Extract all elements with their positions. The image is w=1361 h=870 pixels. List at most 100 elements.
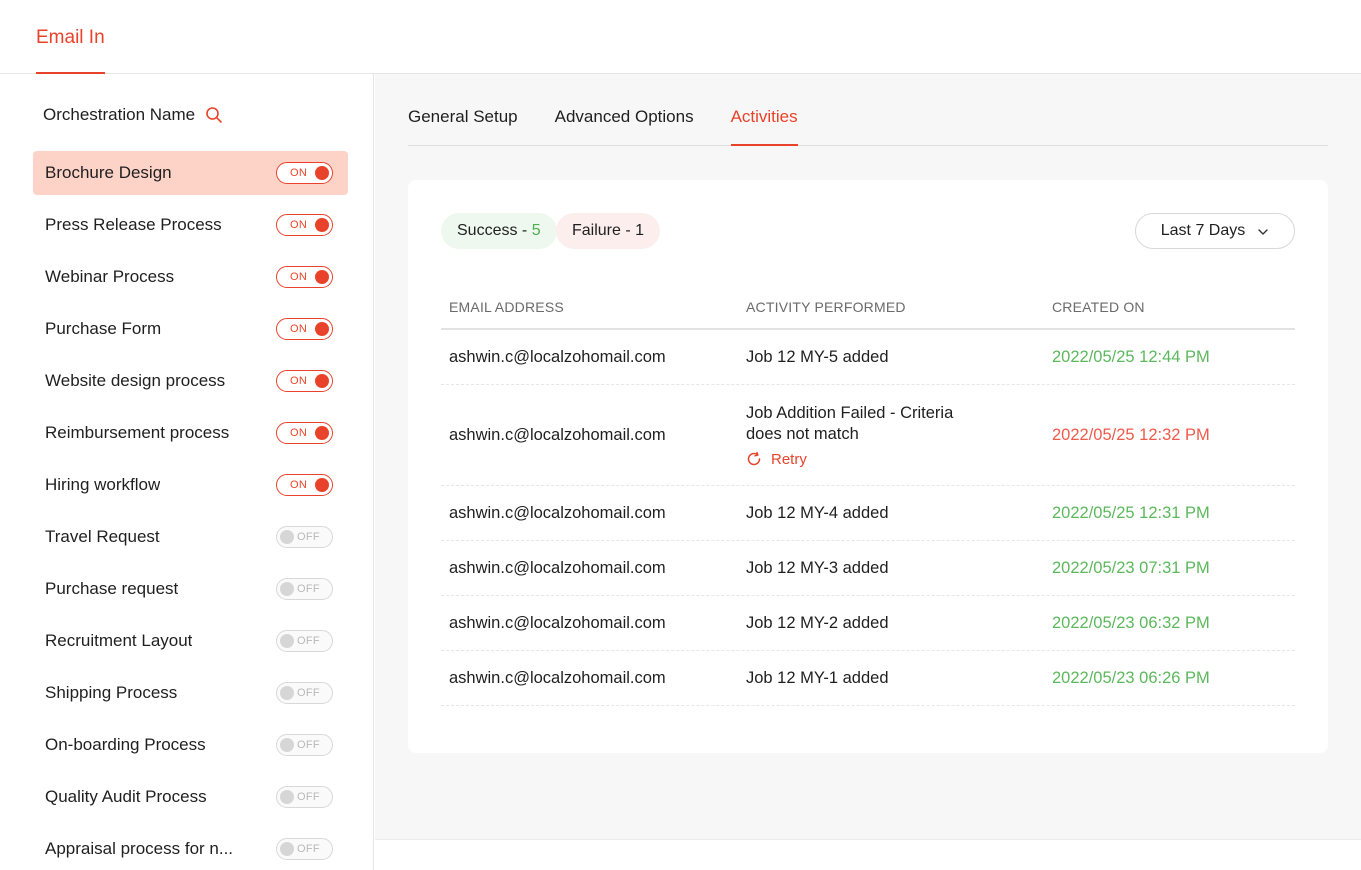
sidebar-item[interactable]: Purchase Form ON — [33, 307, 348, 351]
activities-card: Success - 5 Failure - 1 Last 7 Days EMAI… — [408, 180, 1328, 753]
status-toggle[interactable]: ON — [276, 214, 333, 236]
tab-activities[interactable]: Activities — [730, 104, 798, 146]
status-toggle[interactable]: OFF — [276, 838, 333, 860]
sidebar-item-label: Appraisal process for n... — [45, 839, 234, 858]
cell-created-on: 2022/05/25 12:44 PM — [1052, 347, 1210, 366]
toggle-knob — [315, 478, 329, 492]
cell-activity: Job 12 MY-1 added — [738, 669, 1044, 688]
toggle-label: ON — [290, 479, 308, 491]
cell-email: ashwin.c@localzohomail.com — [449, 558, 666, 577]
toggle-knob — [280, 634, 294, 648]
sidebar-item-label: Hiring workflow — [45, 475, 161, 494]
cell-email: ashwin.c@localzohomail.com — [449, 503, 666, 522]
status-toggle[interactable]: ON — [276, 422, 333, 444]
toggle-knob — [280, 582, 294, 596]
sidebar-header-label: Orchestration Name — [43, 105, 196, 124]
sidebar-item[interactable]: Press Release Process ON — [33, 203, 348, 247]
cell-created-on: 2022/05/23 07:31 PM — [1052, 558, 1210, 577]
toggle-label: OFF — [297, 531, 320, 543]
table-row: ashwin.c@localzohomail.com Job 12 MY-1 ad… — [441, 651, 1295, 706]
cell-created-on: 2022/05/25 12:32 PM — [1052, 425, 1210, 444]
status-toggle[interactable]: OFF — [276, 734, 333, 756]
toggle-label: ON — [290, 167, 308, 179]
toggle-label: ON — [290, 271, 308, 283]
status-toggle[interactable]: OFF — [276, 630, 333, 652]
table-row: ashwin.c@localzohomail.com Job 12 MY-4 ad… — [441, 486, 1295, 541]
cell-activity: Job Addition Failed - Criteria does not … — [738, 403, 1044, 468]
tab-advanced-options[interactable]: Advanced Options — [555, 104, 694, 146]
sidebar-item-label: Purchase request — [45, 579, 179, 598]
toggle-label: OFF — [297, 739, 320, 751]
sidebar-item[interactable]: On-boarding Process OFF — [33, 723, 348, 767]
sidebar-item[interactable]: Recruitment Layout OFF — [33, 619, 348, 663]
status-toggle[interactable]: ON — [276, 162, 333, 184]
sidebar-item[interactable]: Website design process ON — [33, 359, 348, 403]
sidebar-item-label: Brochure Design — [45, 163, 172, 182]
sidebar-item-label: Purchase Form — [45, 319, 162, 338]
success-count-badge[interactable]: Success - 5 — [441, 213, 557, 249]
sidebar-item-label: Website design process — [45, 371, 226, 390]
date-filter-value: Last 7 Days — [1160, 222, 1246, 239]
sidebar-item[interactable]: Quality Audit Process OFF — [33, 775, 348, 819]
header-email-address[interactable]: EMAIL ADDRESS — [441, 299, 738, 315]
sidebar-item[interactable]: Purchase request OFF — [33, 567, 348, 611]
retry-button[interactable]: Retry — [746, 451, 1044, 468]
status-toggle[interactable]: OFF — [276, 578, 333, 600]
cell-email: ashwin.c@localzohomail.com — [449, 347, 666, 366]
sidebar-item-label: Quality Audit Process — [45, 787, 207, 806]
tab-email-in[interactable]: Email In — [36, 24, 105, 74]
table-row: ashwin.c@localzohomail.com Job 12 MY-2 ad… — [441, 596, 1295, 651]
cell-email: ashwin.c@localzohomail.com — [449, 668, 666, 687]
table-body: ashwin.c@localzohomail.com Job 12 MY-5 ad… — [441, 330, 1295, 706]
toggle-label: OFF — [297, 635, 320, 647]
status-toggle[interactable]: ON — [276, 474, 333, 496]
toggle-knob — [280, 530, 294, 544]
search-icon[interactable] — [205, 106, 223, 124]
activity-text: Job 12 MY-2 added — [746, 613, 889, 632]
status-toggle[interactable]: ON — [276, 370, 333, 392]
sidebar-item-label: Reimbursement process — [45, 423, 230, 442]
sidebar-item[interactable]: Travel Request OFF — [33, 515, 348, 559]
cell-created-on: 2022/05/25 12:31 PM — [1052, 503, 1210, 522]
cell-email: ashwin.c@localzohomail.com — [449, 613, 666, 632]
retry-icon — [746, 451, 762, 467]
status-toggle[interactable]: ON — [276, 318, 333, 340]
main-panel: General Setup Advanced Options Activitie… — [375, 74, 1361, 839]
toggle-label: OFF — [297, 843, 320, 855]
toggle-knob — [315, 218, 329, 232]
status-toggle[interactable]: OFF — [276, 682, 333, 704]
sidebar-item[interactable]: Shipping Process OFF — [33, 671, 348, 715]
status-toggle[interactable]: ON — [276, 266, 333, 288]
activity-text: Job 12 MY-4 added — [746, 503, 889, 522]
status-toggle[interactable]: OFF — [276, 526, 333, 548]
bottom-strip — [375, 839, 1361, 870]
cell-email: ashwin.c@localzohomail.com — [449, 425, 666, 444]
date-filter-dropdown[interactable]: Last 7 Days — [1135, 213, 1295, 249]
header-activity-performed[interactable]: ACTIVITY PERFORMED — [738, 299, 1044, 315]
sidebar-item[interactable]: Webinar Process ON — [33, 255, 348, 299]
activity-text: Job 12 MY-5 added — [746, 347, 889, 366]
toggle-knob — [280, 738, 294, 752]
toggle-knob — [315, 426, 329, 440]
toggle-knob — [280, 790, 294, 804]
sidebar-item-label: Shipping Process — [45, 683, 178, 702]
toggle-knob — [280, 842, 294, 856]
cell-created-on: 2022/05/23 06:32 PM — [1052, 613, 1210, 632]
toggle-knob — [315, 166, 329, 180]
sidebar-item[interactable]: Reimbursement process ON — [33, 411, 348, 455]
table-header: EMAIL ADDRESS ACTIVITY PERFORMED CREATED… — [441, 285, 1295, 330]
cell-activity: Job 12 MY-5 added — [738, 348, 1044, 367]
top-bar: Email In — [0, 0, 1361, 74]
toggle-label: OFF — [297, 687, 320, 699]
sidebar-item[interactable]: Appraisal process for n... OFF — [33, 827, 348, 870]
sidebar-item[interactable]: Brochure Design ON — [33, 151, 348, 195]
toggle-label: ON — [290, 375, 308, 387]
sidebar-item[interactable]: Hiring workflow ON — [33, 463, 348, 507]
toggle-label: ON — [290, 323, 308, 335]
status-toggle[interactable]: OFF — [276, 786, 333, 808]
tab-general-setup[interactable]: General Setup — [408, 104, 518, 146]
failure-count-badge[interactable]: Failure - 1 — [556, 213, 661, 249]
cell-activity: Job 12 MY-4 added — [738, 504, 1044, 523]
header-created-on[interactable]: CREATED ON — [1044, 299, 1295, 315]
sidebar-header: Orchestration Name — [43, 102, 223, 128]
